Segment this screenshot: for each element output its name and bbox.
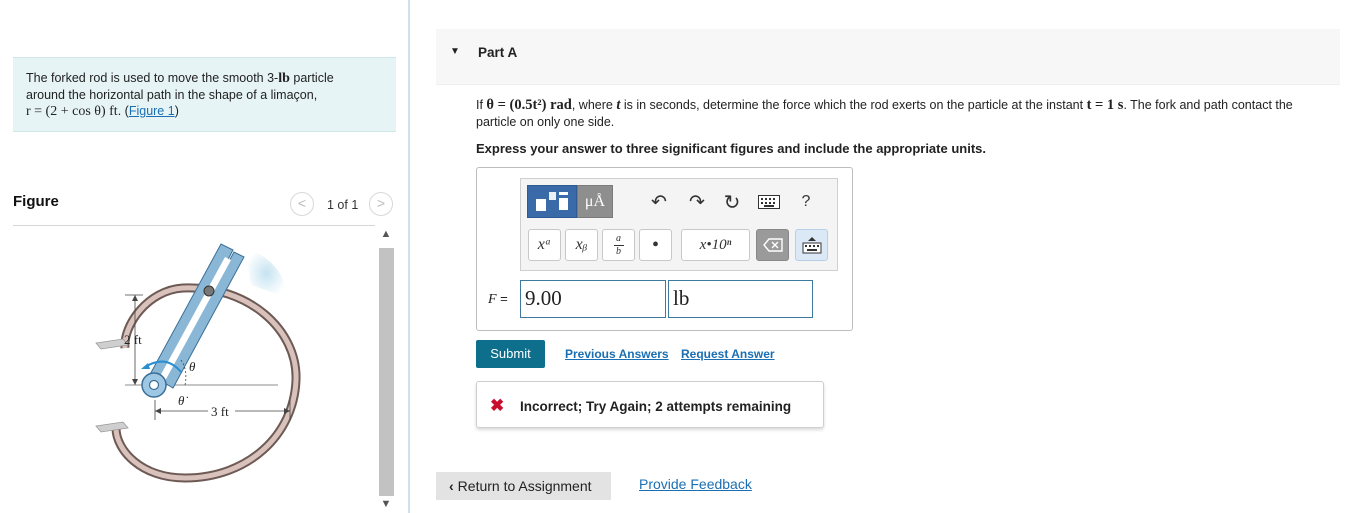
paren-close: ) (174, 104, 179, 118)
limacon-equation: r = (2 + cos θ) ft (26, 104, 118, 119)
label-theta-dot: θ̇ (178, 393, 188, 408)
problem-text-1: The forked rod is used to move the smoot… (26, 71, 279, 85)
figure-next-button[interactable]: > (369, 192, 393, 216)
figure-prev-button[interactable]: < (290, 192, 314, 216)
figure-scrollbar[interactable]: ▲ ▼ (377, 226, 395, 513)
fraction-den: b (616, 245, 621, 257)
incorrect-icon: ✖ (490, 396, 505, 415)
previous-answers-link[interactable]: Previous Answers (565, 347, 669, 361)
templates-icon (536, 191, 568, 211)
collapse-triangle-icon[interactable]: ▼ (450, 46, 460, 57)
request-answer-link[interactable]: Request Answer (681, 347, 775, 361)
keyboard-toggle-button[interactable] (795, 229, 828, 261)
backspace-button[interactable] (756, 229, 789, 261)
return-to-assignment-button[interactable]: ‹ Return to Assignment (436, 472, 611, 500)
scientific-notation-button[interactable]: x•10ⁿ (681, 229, 750, 261)
problem-unit: lb (278, 71, 290, 86)
t-expression: t = 1 s (1086, 97, 1124, 113)
problem-line-3: r = (2 + cos θ) ft. (Figure 1) (26, 103, 384, 120)
answer-box: μÅ ↶ ↷ ↻ ? xᵃ xᵦ a b • x•10ⁿ F = 9.00 lb (476, 167, 853, 331)
variable-f: F (488, 292, 497, 307)
figure-heading: Figure (13, 193, 59, 210)
answer-instruction: Express your answer to three significant… (476, 141, 986, 156)
equals-sign: = (496, 291, 508, 306)
feedback-message: ✖ Incorrect; Try Again; 2 attempts remai… (476, 381, 824, 428)
theta-expression: θ = (0.5t²) rad (486, 97, 572, 113)
particle (203, 285, 215, 297)
value-input[interactable]: 9.00 (520, 280, 666, 318)
figure-divider (13, 225, 375, 226)
superscript-button[interactable]: xᵃ (528, 229, 561, 261)
equation-dot: . (117, 104, 125, 118)
part-title: Part A (478, 45, 518, 60)
panel-divider[interactable] (408, 0, 410, 513)
fraction-button[interactable]: a b (602, 229, 635, 261)
undo-icon[interactable]: ↶ (647, 190, 671, 214)
forked-rod (146, 243, 245, 389)
keyboard-glyph (758, 195, 780, 209)
units-button[interactable]: μÅ (577, 185, 613, 218)
submit-button[interactable]: Submit (476, 340, 545, 368)
question-text: If θ = (0.5t²) rad, where t is in second… (476, 97, 1336, 131)
templates-button[interactable] (527, 185, 577, 218)
return-label: Return to Assignment (457, 478, 592, 494)
label-theta: θ (189, 359, 196, 374)
reset-icon[interactable]: ↻ (720, 190, 744, 214)
provide-feedback-link[interactable]: Provide Feedback (639, 476, 752, 492)
label-2ft: 2 ft (124, 332, 142, 347)
math-toolbar: μÅ ↶ ↷ ↻ ? xᵃ xᵦ a b • x•10ⁿ (520, 178, 838, 271)
problem-line-1: The forked rod is used to move the smoot… (26, 70, 384, 87)
keyboard-up-icon (802, 237, 821, 254)
scroll-thumb[interactable] (379, 248, 394, 496)
help-button[interactable]: ? (795, 190, 817, 214)
scroll-up-icon[interactable]: ▲ (377, 226, 395, 242)
q-text-3: is in seconds, determine the force which… (620, 98, 1087, 112)
scroll-down-icon[interactable]: ▼ (377, 496, 395, 512)
redo-icon[interactable]: ↷ (685, 190, 709, 214)
figure-image: 2 ft 3 ft θ θ̇ (95, 243, 301, 483)
keyboard-icon[interactable] (757, 191, 781, 213)
sweep-shade (245, 248, 288, 298)
feedback-text: Incorrect; Try Again; 2 attempts remaini… (520, 399, 792, 414)
label-3ft: 3 ft (211, 404, 229, 419)
figure-counter: 1 of 1 (327, 198, 359, 212)
problem-statement: The forked rod is used to move the smoot… (13, 57, 396, 132)
subscript-button[interactable]: xᵦ (565, 229, 598, 261)
answer-variable-label: F = (488, 291, 508, 308)
q-text-1: If (476, 98, 487, 112)
unit-input[interactable]: lb (668, 280, 813, 318)
problem-line-2: around the horizontal path in the shape … (26, 88, 318, 102)
wall-support-bottom (95, 421, 129, 433)
chevron-left-icon: ‹ (449, 478, 454, 494)
left-panel: The forked rod is used to move the smoot… (0, 0, 408, 513)
dot-button[interactable]: • (639, 229, 672, 261)
q-text-2: , where (571, 98, 617, 112)
fraction-num: a (616, 232, 621, 244)
part-a-header[interactable]: ▼ Part A (436, 29, 1340, 85)
problem-text-1b: particle (289, 71, 334, 85)
backspace-icon (762, 238, 783, 252)
figure-link[interactable]: Figure 1 (129, 104, 175, 118)
